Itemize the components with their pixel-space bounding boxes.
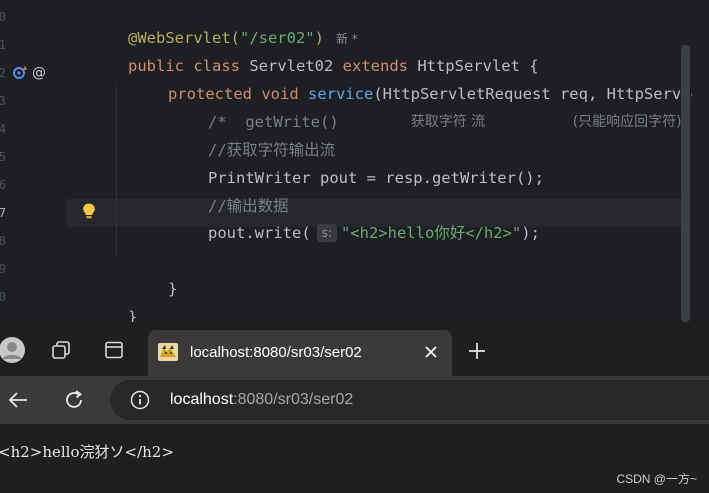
workspaces-button[interactable] — [47, 336, 75, 364]
profile-avatar-icon — [0, 337, 25, 363]
screenshot-root: 0 1 2 3 4 5 6 7 8 9 0 @ @WebServlet("/se… — [0, 0, 709, 493]
line-number-current: 7 — [0, 206, 6, 220]
url-text[interactable]: localhost:8080/sr03/ser02 — [170, 391, 353, 409]
code-comment-cn: (只能响应回字符) — [546, 92, 682, 152]
tab-close-button[interactable] — [420, 341, 442, 363]
profile-button[interactable] — [0, 336, 26, 364]
line-number: 6 — [0, 178, 6, 192]
tab-actions-icon — [105, 341, 123, 359]
page-content: <h2>hello浣犲ソ</h2> CSDN @一方~ — [0, 424, 709, 493]
navigation-bar: localhost:8080/sr03/ser02 — [0, 376, 709, 424]
tab-strip: localhost:8080/sr03/ser02 — [0, 322, 709, 376]
svg-text:@: @ — [32, 65, 46, 80]
code-comment-cn: 获取字符 流 — [384, 92, 485, 152]
line-number: 9 — [0, 262, 6, 276]
tomcat-icon — [158, 343, 178, 361]
comment-token: 获取字符 流 — [410, 114, 486, 130]
override-method-icon[interactable] — [12, 64, 28, 80]
line-number: 8 — [0, 234, 6, 248]
call-token: pout.write( — [208, 224, 311, 242]
line-number: 4 — [0, 122, 6, 136]
reload-icon — [66, 390, 82, 408]
address-bar[interactable]: localhost:8080/sr03/ser02 — [110, 380, 709, 420]
code-line-close-class: } — [72, 287, 137, 322]
plus-icon — [469, 343, 485, 359]
close-icon — [425, 346, 437, 358]
new-tab-button[interactable] — [464, 338, 490, 364]
tab-actions-button[interactable] — [100, 336, 128, 364]
line-number: 0 — [0, 10, 6, 24]
code-line-write-call: pout.write( s: "<h2>hello你好</h2>"); — [152, 203, 540, 263]
call-end-token: ); — [521, 224, 540, 242]
line-number: 1 — [0, 38, 6, 52]
tab-title: localhost:8080/sr03/ser02 — [190, 344, 362, 361]
url-host: localhost — [170, 391, 234, 408]
string-token: "<h2>hello你好</h2>" — [340, 224, 522, 242]
line-number: 3 — [0, 94, 6, 108]
parameter-hint: s: — [316, 224, 337, 242]
line-number: 0 — [0, 290, 6, 304]
comment-token: (只能响应回字符) — [572, 114, 682, 130]
url-rest: :8080/sr03/ser02 — [233, 391, 354, 408]
editor-scrollbar[interactable] — [681, 45, 690, 322]
brace-token: } — [168, 280, 178, 298]
browser-window: localhost:8080/sr03/ser02 localhost:8080… — [0, 322, 709, 493]
workspaces-icon — [52, 341, 70, 359]
editor-gutter: 0 1 2 3 4 5 6 7 8 9 0 @ — [0, 0, 66, 322]
annotation-at-icon[interactable]: @ — [31, 64, 47, 80]
editor-right-strip — [692, 0, 709, 322]
page-response-text: <h2>hello浣犲ソ</h2> — [0, 443, 174, 461]
line-number: 5 — [0, 150, 6, 164]
watermark: CSDN @一方~ — [616, 472, 697, 486]
code-editor[interactable]: 0 1 2 3 4 5 6 7 8 9 0 @ @WebServlet("/se… — [0, 0, 709, 322]
brace-token: } — [128, 308, 138, 322]
back-arrow-icon — [8, 392, 27, 408]
info-icon[interactable] — [130, 390, 150, 410]
line-number: 2 — [0, 66, 6, 80]
lightbulb-icon[interactable] — [80, 202, 98, 220]
back-button[interactable] — [4, 386, 32, 414]
browser-tab-active[interactable]: localhost:8080/sr03/ser02 — [148, 330, 452, 376]
reload-button[interactable] — [60, 386, 88, 414]
